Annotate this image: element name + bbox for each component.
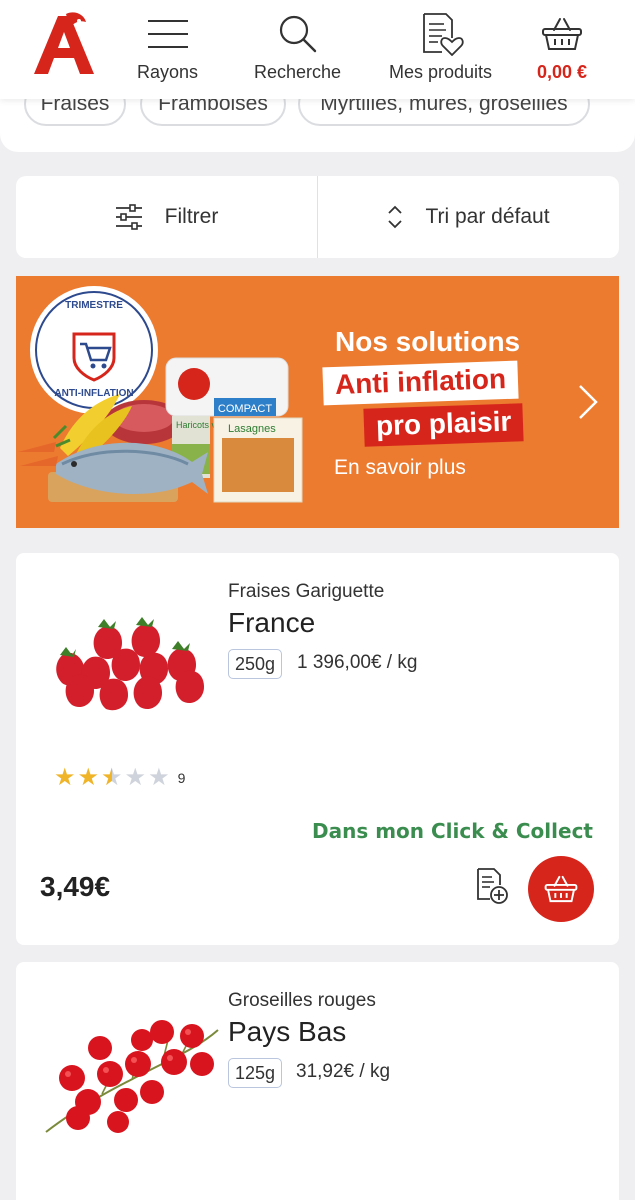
menu-icon xyxy=(147,10,189,58)
nav-recherche-label: Recherche xyxy=(254,62,342,82)
pack-compact: COMPACT xyxy=(218,403,272,415)
banner-title: Nos solutions xyxy=(335,326,521,357)
availability-label: Dans mon Click & Collect xyxy=(311,819,593,843)
star-icon: ★ xyxy=(77,764,100,791)
nav-panier[interactable]: 0,00 € xyxy=(537,10,587,83)
product-name: Fraises Gariguette xyxy=(228,581,385,602)
cart-total: 0,00 € xyxy=(537,62,588,82)
product-card[interactable]: Groseilles rouges Pays Bas 125g 31,92€ /… xyxy=(16,962,619,1200)
product-unit-price: 31,92€ / kg xyxy=(296,1061,391,1082)
nav-rayons[interactable]: Rayons xyxy=(137,10,198,83)
banner-tag-anti-inflation: Anti inflation xyxy=(322,360,519,406)
nav-recherche[interactable]: Recherche xyxy=(254,10,341,83)
search-icon xyxy=(278,10,318,58)
nav-mes-produits[interactable]: Mes produits xyxy=(389,10,492,83)
banner-tag-pro-plaisir: pro plaisir xyxy=(363,403,524,447)
chevron-right-icon[interactable] xyxy=(576,382,600,422)
product-image-redcurrants xyxy=(45,1020,219,1133)
product-name: Groseilles rouges xyxy=(228,990,376,1011)
product-image-strawberries xyxy=(56,617,204,711)
sort-chevrons-icon xyxy=(388,205,403,229)
nav-rayons-label: Rayons xyxy=(137,62,199,82)
star-icon: ★ xyxy=(124,764,147,791)
product-unit-price: 1 396,00€ / kg xyxy=(297,652,418,673)
promo-banner[interactable]: COMPACT Haricots verts Lasagnes TRIMESTR… xyxy=(16,276,619,528)
rating-count: 9 xyxy=(177,770,186,786)
star-icon: ★ xyxy=(148,764,170,791)
badge-bottom-label: ANTI-INFLATION xyxy=(54,388,134,399)
product-weight-badge: 125g xyxy=(228,1058,283,1088)
list-heart-icon xyxy=(418,10,464,58)
half-star-icon: ★ xyxy=(101,764,123,791)
sort-label: Tri par défaut xyxy=(425,205,550,228)
add-to-list-icon[interactable] xyxy=(474,867,510,905)
sort-button[interactable]: Tri par défaut xyxy=(317,176,619,258)
add-to-basket-button[interactable] xyxy=(528,856,594,922)
sliders-icon xyxy=(115,204,142,230)
badge-top-label: TRIMESTRE xyxy=(65,300,123,311)
filter-button[interactable]: Filtrer xyxy=(16,176,317,258)
auchan-logo[interactable] xyxy=(30,12,98,76)
product-weight-badge: 250g xyxy=(228,649,283,679)
product-origin: France xyxy=(228,607,316,638)
banner-link[interactable]: En savoir plus xyxy=(334,456,466,480)
top-header: Rayons Recherche Mes produits 0,00 € xyxy=(0,0,635,99)
basket-icon xyxy=(541,10,583,58)
filter-sort-bar: Filtrer Tri par défaut xyxy=(16,176,619,258)
banner-illustration: COMPACT Haricots verts Lasagnes xyxy=(18,286,303,503)
star-icon: ★ xyxy=(54,764,76,791)
pack-lasagnes: Lasagnes xyxy=(228,423,276,435)
nav-mes-produits-label: Mes produits xyxy=(389,62,493,82)
product-origin: Pays Bas xyxy=(228,1016,347,1047)
product-card[interactable]: Fraises Gariguette France 250g 1 396,00€… xyxy=(16,553,619,945)
product-price: 3,49€ xyxy=(40,871,111,902)
rating-stars: ★ ★ ★ ★ ★ 9 xyxy=(54,766,185,790)
basket-icon xyxy=(544,875,578,903)
filter-label: Filtrer xyxy=(164,205,219,228)
